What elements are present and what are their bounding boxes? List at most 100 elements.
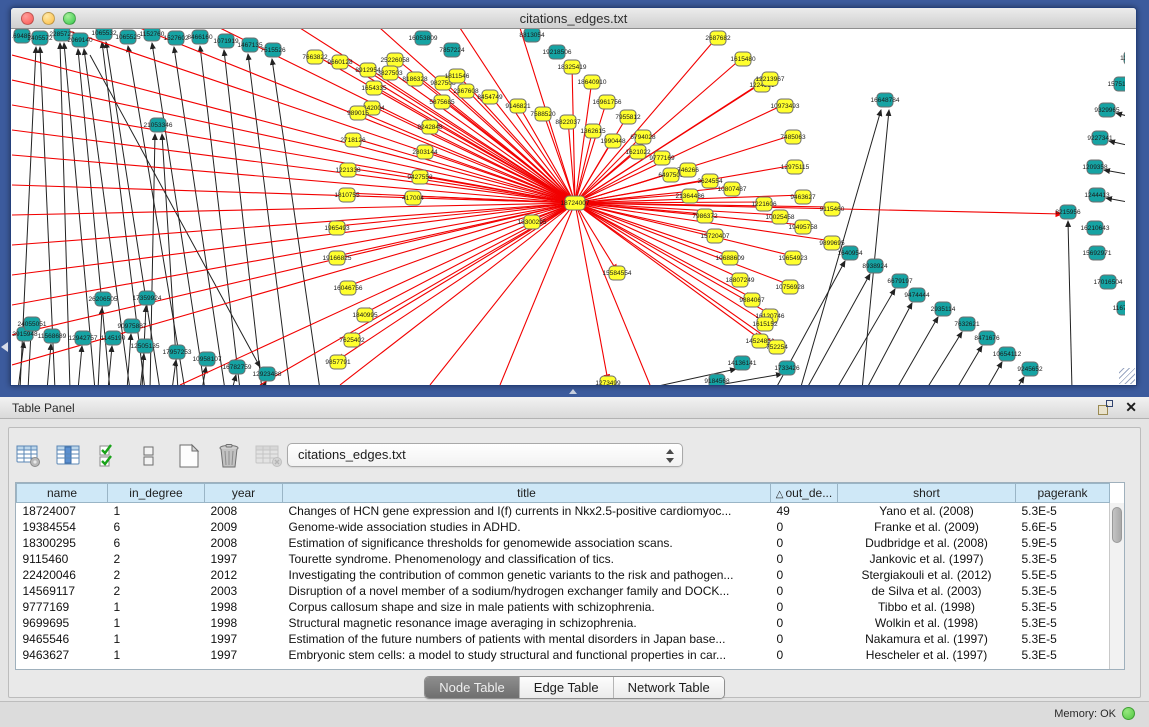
panel-splitter[interactable] [566, 388, 580, 395]
graph-node[interactable] [1124, 51, 1140, 65]
table-cell[interactable]: Jankovic et al. (1997) [838, 551, 1016, 567]
delete-table-button[interactable] [255, 442, 283, 470]
table-cell[interactable]: 1 [108, 631, 205, 647]
table-cell[interactable]: 1 [108, 615, 205, 631]
table-cell[interactable]: 2003 [205, 583, 283, 599]
table-row[interactable]: 969969511998Structural magnetic resonanc… [17, 615, 1110, 631]
table-cell[interactable]: 0 [771, 535, 838, 551]
table-cell[interactable]: 14569117 [17, 583, 108, 599]
table-cell[interactable]: 22420046 [17, 567, 108, 583]
scrollbar-thumb[interactable] [1112, 507, 1122, 543]
table-cell[interactable]: Embryonic stem cells: a model to study s… [283, 647, 771, 663]
table-cell[interactable]: Wolkin et al. (1998) [838, 615, 1016, 631]
table-cell[interactable]: 2009 [205, 519, 283, 535]
column-header-short[interactable]: short [838, 484, 1016, 503]
table-cell[interactable]: 5.3E-5 [1016, 599, 1110, 615]
table-cell[interactable]: 1997 [205, 631, 283, 647]
table-cell[interactable]: 0 [771, 631, 838, 647]
column-header-title[interactable]: title [283, 484, 771, 503]
table-cell[interactable]: 1997 [205, 647, 283, 663]
table-cell[interactable]: 1998 [205, 599, 283, 615]
table-row[interactable]: 1872400712008Changes of HCN gene express… [17, 503, 1110, 520]
table-cell[interactable]: 5.3E-5 [1016, 583, 1110, 599]
table-cell[interactable]: 0 [771, 615, 838, 631]
table-cell[interactable]: 2 [108, 551, 205, 567]
table-cell[interactable]: 9699695 [17, 615, 108, 631]
table-cell[interactable]: Tourette syndrome. Phenomenology and cla… [283, 551, 771, 567]
table-cell[interactable]: 18300295 [17, 535, 108, 551]
table-cell[interactable]: 0 [771, 599, 838, 615]
table-row[interactable]: 946362711997Embryonic stem cells: a mode… [17, 647, 1110, 663]
tab-network-table[interactable]: Network Table [614, 677, 724, 698]
table-cell[interactable]: 5.3E-5 [1016, 615, 1110, 631]
table-cell[interactable]: 5.3E-5 [1016, 631, 1110, 647]
table-cell[interactable]: 9465546 [17, 631, 108, 647]
table-cell[interactable]: Corpus callosum shape and size in male p… [283, 599, 771, 615]
table-cell[interactable]: Investigating the contribution of common… [283, 567, 771, 583]
table-cell[interactable]: 1997 [205, 551, 283, 567]
node-table[interactable]: namein_degreeyeartitle△out_de...shortpag… [16, 483, 1110, 663]
table-cell[interactable]: 0 [771, 567, 838, 583]
table-cell[interactable]: 0 [771, 647, 838, 663]
table-cell[interactable]: 0 [771, 551, 838, 567]
table-cell[interactable]: 2012 [205, 567, 283, 583]
table-cell[interactable]: Stergiakouli et al. (2012) [838, 567, 1016, 583]
table-cell[interactable]: 1998 [205, 615, 283, 631]
table-cell[interactable]: Hescheler et al. (1997) [838, 647, 1016, 663]
table-cell[interactable]: 5.3E-5 [1016, 551, 1110, 567]
selection-mode-button[interactable] [95, 442, 123, 470]
table-cell[interactable]: 6 [108, 535, 205, 551]
table-cell[interactable]: 0 [771, 583, 838, 599]
column-header-year[interactable]: year [205, 484, 283, 503]
table-cell[interactable]: 5.3E-5 [1016, 647, 1110, 663]
panel-collapse-arrow[interactable] [1, 342, 8, 352]
table-cell[interactable]: Genome-wide association studies in ADHD. [283, 519, 771, 535]
table-cell[interactable]: 2008 [205, 503, 283, 520]
column-header-pagerank[interactable]: pagerank [1016, 484, 1110, 503]
table-cell[interactable]: Nakamura et al. (1997) [838, 631, 1016, 647]
table-row[interactable]: 1938455462009Genome-wide association stu… [17, 519, 1110, 535]
table-row[interactable]: 2242004622012Investigating the contribut… [17, 567, 1110, 583]
table-cell[interactable]: 18724007 [17, 503, 108, 520]
table-row[interactable]: 1456911722003Disruption of a novel membe… [17, 583, 1110, 599]
table-scrollbar[interactable] [1109, 503, 1124, 669]
close-panel-icon[interactable]: ✕ [1125, 399, 1137, 415]
table-selector-dropdown[interactable]: citations_edges.txt [287, 443, 683, 467]
table-cell[interactable]: 5.5E-5 [1016, 567, 1110, 583]
table-mode-button[interactable] [15, 442, 43, 470]
float-window-icon[interactable] [1098, 400, 1113, 415]
table-cell[interactable]: 5.6E-5 [1016, 519, 1110, 535]
show-columns-button[interactable] [55, 442, 83, 470]
column-header-out_de[interactable]: △out_de... [771, 484, 838, 503]
table-cell[interactable]: 1 [108, 599, 205, 615]
table-row[interactable]: 1830029562008Estimation of significance … [17, 535, 1110, 551]
create-column-button[interactable] [175, 442, 203, 470]
memory-ok-icon[interactable] [1122, 707, 1135, 720]
table-cell[interactable]: Estimation of the future numbers of pati… [283, 631, 771, 647]
table-row[interactable]: 946554611997Estimation of the future num… [17, 631, 1110, 647]
tab-edge-table[interactable]: Edge Table [520, 677, 614, 698]
table-cell[interactable]: de Silva et al. (2003) [838, 583, 1016, 599]
table-cell[interactable]: 6 [108, 519, 205, 535]
table-cell[interactable]: Dudbridge et al. (2008) [838, 535, 1016, 551]
delete-column-button[interactable] [215, 442, 243, 470]
table-cell[interactable]: Estimation of significance thresholds fo… [283, 535, 771, 551]
table-cell[interactable]: 9463627 [17, 647, 108, 663]
table-cell[interactable]: 19384554 [17, 519, 108, 535]
row-height-button[interactable] [135, 442, 163, 470]
table-cell[interactable]: 1 [108, 503, 205, 520]
table-row[interactable]: 977716911998Corpus callosum shape and si… [17, 599, 1110, 615]
table-cell[interactable]: 49 [771, 503, 838, 520]
table-cell[interactable]: Tibbo et al. (1998) [838, 599, 1016, 615]
table-cell[interactable]: Franke et al. (2009) [838, 519, 1016, 535]
table-cell[interactable]: 5.9E-5 [1016, 535, 1110, 551]
table-cell[interactable]: Disruption of a novel member of a sodium… [283, 583, 771, 599]
table-cell[interactable]: 9777169 [17, 599, 108, 615]
table-cell[interactable]: 2 [108, 583, 205, 599]
table-cell[interactable]: Yano et al. (2008) [838, 503, 1016, 520]
window-resize-grip[interactable] [1119, 368, 1135, 384]
tab-node-table[interactable]: Node Table [425, 677, 520, 698]
table-cell[interactable]: 5.3E-5 [1016, 503, 1110, 520]
column-header-name[interactable]: name [17, 484, 108, 503]
table-cell[interactable]: Changes of HCN gene expression and I(f) … [283, 503, 771, 520]
